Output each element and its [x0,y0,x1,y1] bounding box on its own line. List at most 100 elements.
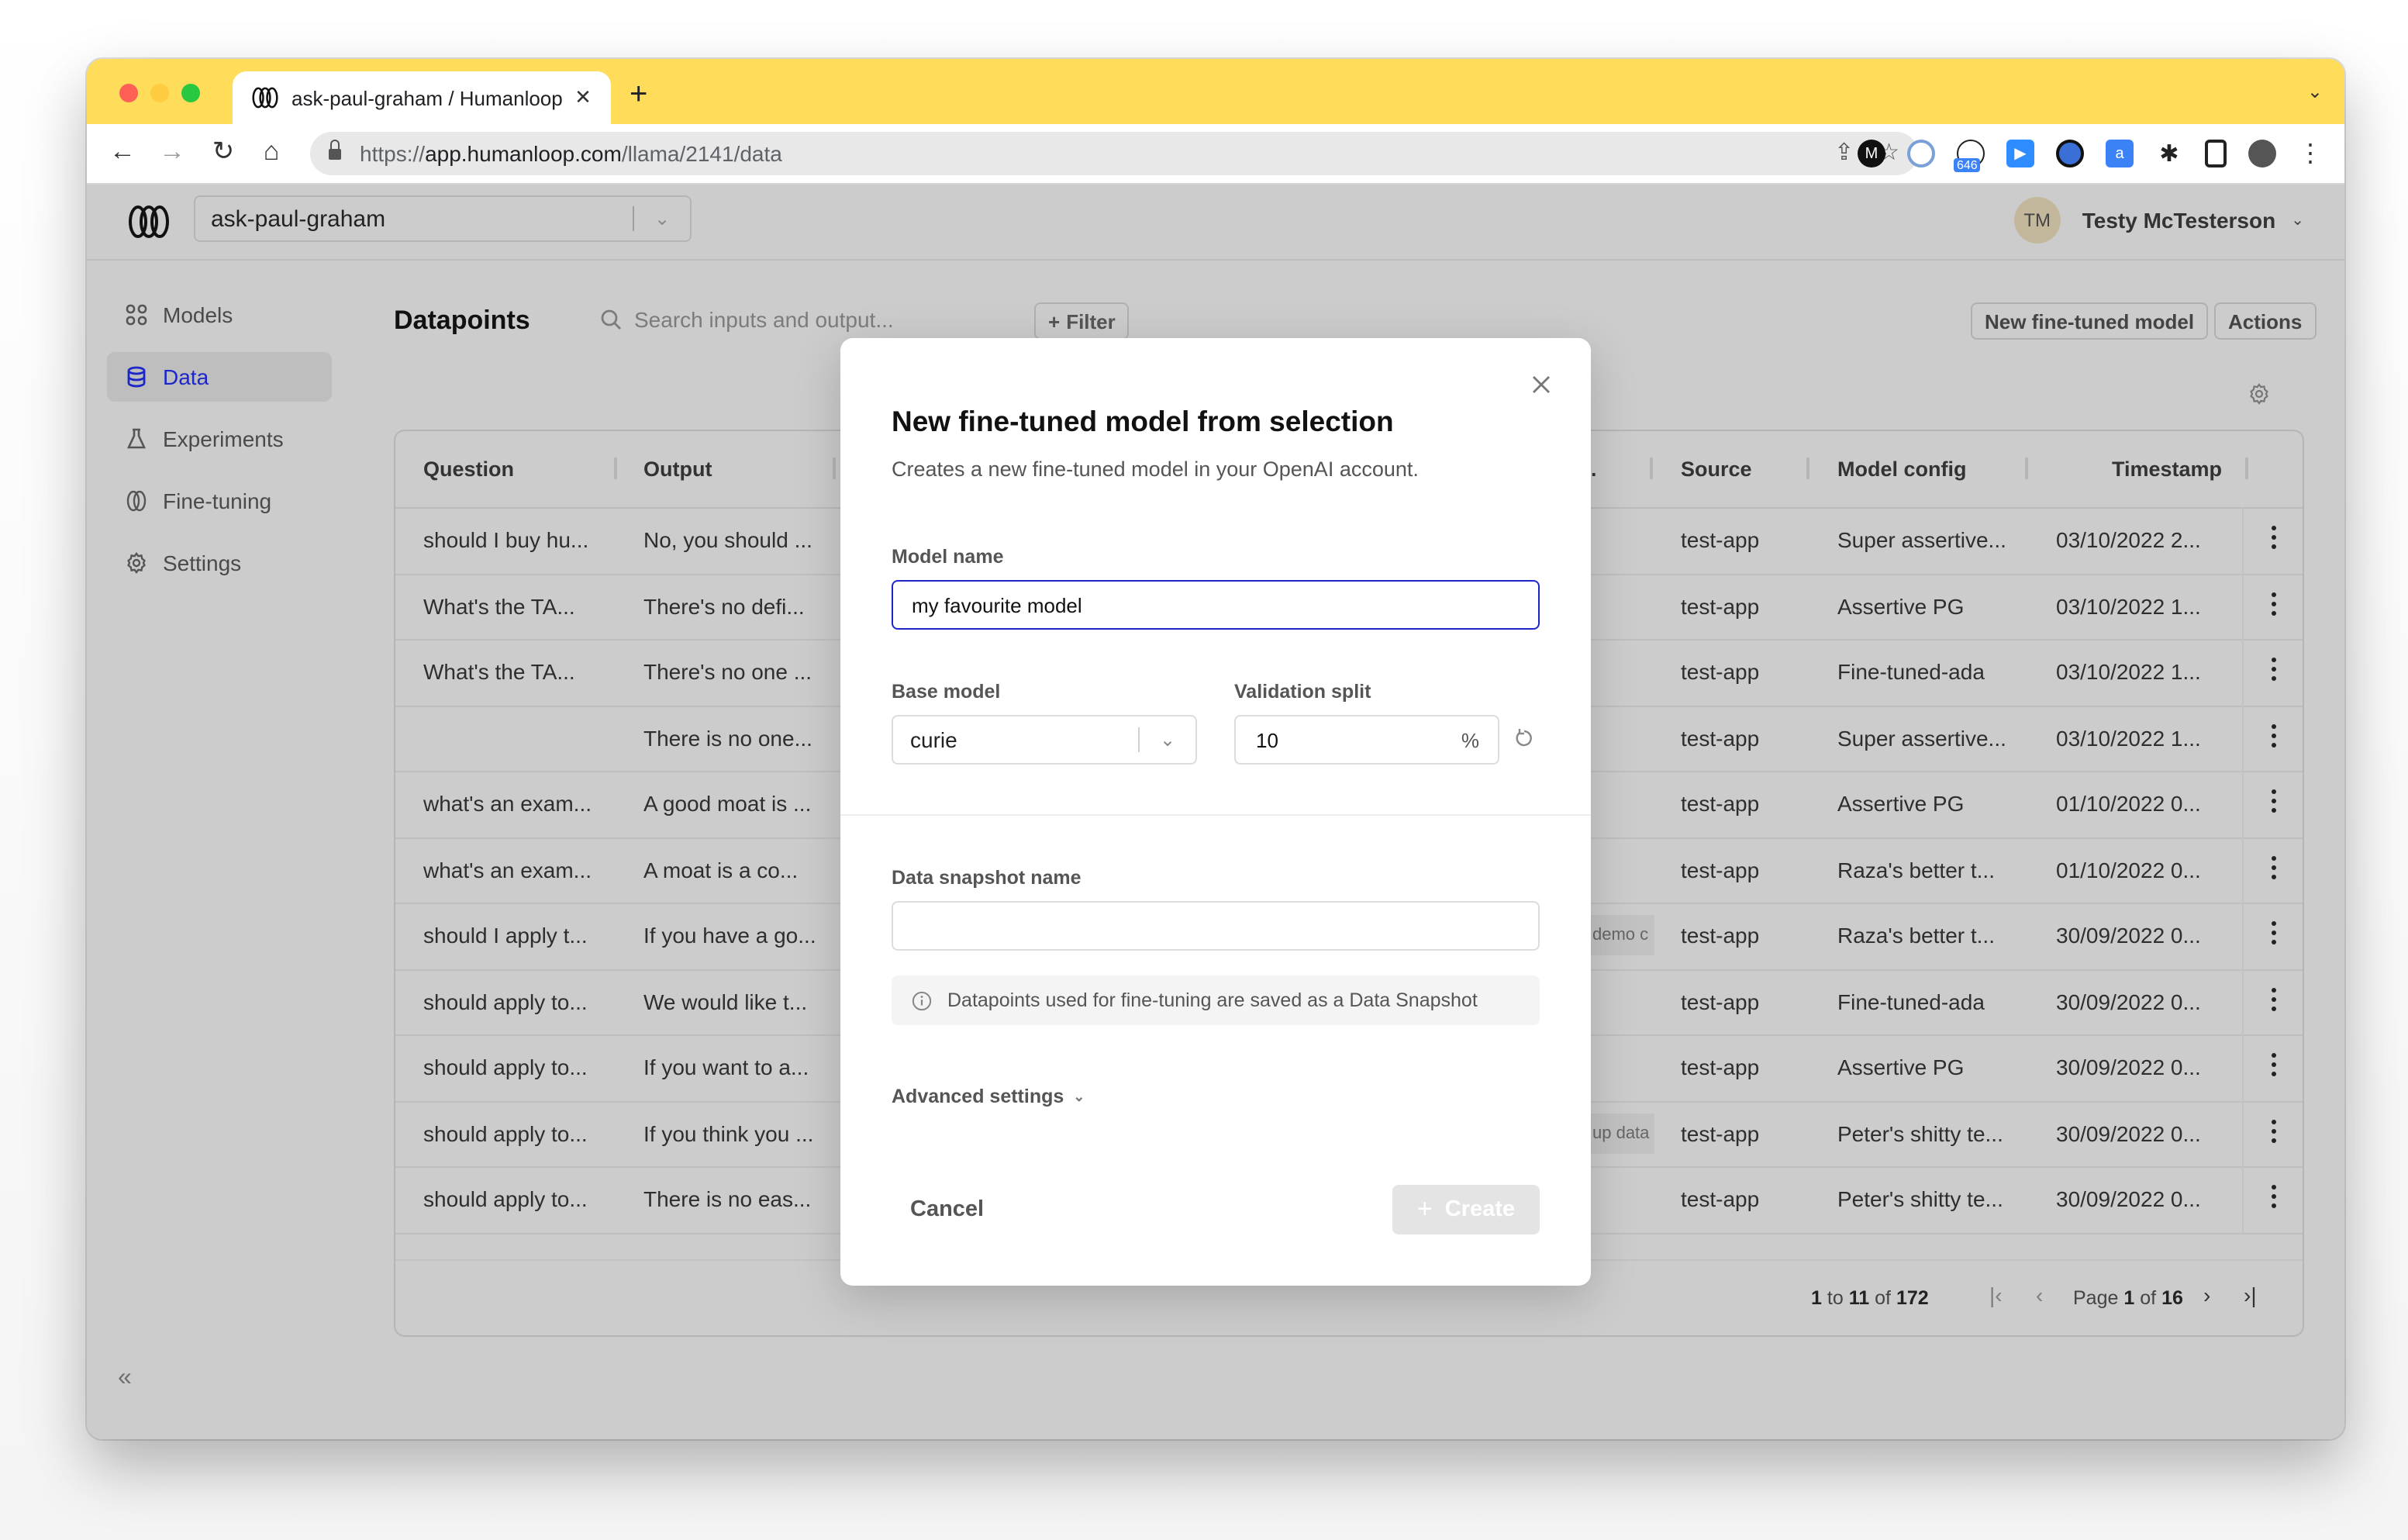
row-menu-icon[interactable] [2270,1185,2276,1208]
browser-tab[interactable]: ask-paul-graham / Humanloop ✕ [233,71,611,124]
cell-question: should apply to... [423,1055,588,1079]
table-settings-gear-icon[interactable] [2248,383,2270,405]
row-menu-icon[interactable] [2270,855,2276,879]
sidebar-item-settings[interactable]: Settings [107,538,332,588]
cell-timestamp: 03/10/2022 2... [2056,527,2201,552]
clock-extension-icon[interactable] [2056,140,2084,167]
extension-a-icon[interactable]: a [2106,140,2134,167]
extension-badge: 646 [1954,158,1981,172]
extensions-puzzle-icon[interactable]: ✱ [2155,140,2183,167]
column-resize-handle[interactable] [1650,458,1653,479]
sidebar-item-experiments[interactable]: Experiments [107,414,332,464]
share-icon[interactable]: ⇪ [1834,138,1854,166]
create-button[interactable]: + Create [1392,1185,1540,1234]
previous-page-icon[interactable]: ‹ [2036,1283,2043,1307]
close-tab-icon[interactable]: ✕ [568,85,599,110]
back-icon[interactable]: ← [105,136,140,167]
row-menu-icon[interactable] [2270,921,2276,944]
menu-dot [2271,601,2275,606]
tab-search-chevron-icon[interactable]: ⌄ [2307,81,2323,102]
column-resize-handle[interactable] [2245,458,2248,479]
forward-icon[interactable]: → [155,136,189,167]
range-of-word: of [1875,1287,1891,1309]
home-icon[interactable]: ⌂ [254,136,288,167]
cell-output: There's no one ... [643,659,812,684]
screen: ask-paul-graham / Humanloop ✕ + ⌄ ← → ↻ … [0,0,2408,1540]
menu-dot [2271,658,2275,662]
snapshot-name-input[interactable] [892,901,1540,951]
sidebar-item-models[interactable]: Models [107,290,332,340]
extension-m-icon[interactable]: M [1858,140,1885,167]
row-menu-icon[interactable] [2270,526,2276,549]
sidebar-item-data[interactable]: Data [107,352,332,402]
cell-output: If you think you ... [643,1120,814,1145]
row-actions-cell [2242,1100,2303,1166]
close-window-button[interactable] [119,84,138,102]
base-model-select[interactable]: curie ⌄ [892,715,1197,765]
row-menu-icon[interactable] [2270,658,2276,681]
profile-avatar[interactable] [2248,140,2276,167]
reload-icon[interactable]: ↻ [206,136,240,167]
search-input[interactable] [634,307,1006,332]
address-bar[interactable]: https://app.humanloop.com/llama/2141/dat… [310,132,1918,175]
create-label: Create [1444,1197,1516,1222]
validation-split-input[interactable]: 10 % [1234,715,1499,765]
close-icon[interactable] [1529,372,1554,397]
page-title: Datapoints [394,306,530,335]
column-header-timestamp[interactable]: Timestamp [2112,458,2222,481]
filter-button[interactable]: + Filter [1034,302,1130,340]
sidebar-item-fine-tuning[interactable]: Fine-tuning [107,476,332,526]
row-menu-icon[interactable] [2270,1119,2276,1142]
next-page-icon[interactable]: › [2203,1283,2210,1307]
sidebar-toggle-icon[interactable] [2205,140,2227,167]
model-name-input[interactable] [892,580,1540,630]
zoom-extension-icon[interactable]: ▶ [2006,140,2034,167]
column-header-output[interactable]: Output [643,458,712,481]
column-header-source[interactable]: Source [1681,458,1752,481]
column-resize-handle[interactable] [1806,458,1809,479]
project-select[interactable]: ask-paul-graham ⌄ [194,195,692,242]
row-menu-icon[interactable] [2270,723,2276,747]
extensions-bar: M 646 ▶ a ✱ ⋮ [1858,138,2323,172]
column-resize-handle[interactable] [2025,458,2028,479]
cell-question: should apply to... [423,1186,588,1211]
new-tab-button[interactable]: + [630,79,647,110]
cancel-button[interactable]: Cancel [892,1186,1002,1233]
actions-button[interactable]: Actions [2214,302,2317,340]
column-header-question[interactable]: Question [423,458,514,481]
search-field[interactable] [600,307,1006,332]
column-resize-handle[interactable] [833,458,836,479]
extension-password-icon[interactable] [1907,140,1935,167]
browser-menu-icon[interactable]: ⋮ [2298,138,2323,169]
chevron-down-icon: ⌄ [1159,729,1176,751]
new-fine-tuned-model-button[interactable]: New fine-tuned model [1971,302,2209,340]
row-menu-icon[interactable] [2270,592,2276,615]
column-header-hidden[interactable]: . [1591,458,1597,481]
chevron-down-icon: ⌄ [654,208,671,230]
row-menu-icon[interactable] [2270,987,2276,1010]
row-menu-icon[interactable] [2270,789,2276,813]
range-from: 1 [1811,1287,1822,1309]
advanced-settings-toggle[interactable]: Advanced settings ⌄ [892,1086,1085,1107]
menu-dot [2271,808,2275,813]
maximize-window-button[interactable] [181,84,200,102]
last-page-icon[interactable]: ›| [2244,1283,2257,1307]
model-name-label: Model name [892,546,1004,568]
humanloop-logo-icon[interactable] [127,205,171,239]
cell-model-config: Assertive PG [1837,593,1965,618]
minimize-window-button[interactable] [150,84,169,102]
user-menu[interactable]: TM Testy McTesterson ⌄ [2013,197,2304,243]
avatar: TM [2013,197,2061,243]
row-menu-icon[interactable] [2270,1053,2276,1076]
sidebar-item-label: Settings [163,551,242,575]
column-resize-handle[interactable] [614,458,617,479]
extension-counter-icon[interactable]: 646 [1954,140,1985,172]
menu-dot [2271,1006,2275,1010]
first-page-icon[interactable]: |‹ [1989,1283,2003,1307]
range-total: 172 [1896,1287,1929,1309]
column-header-model-config[interactable]: Model config [1837,458,1967,481]
menu-dot [2271,733,2275,737]
collapse-sidebar-icon[interactable]: « [118,1365,132,1393]
reset-icon[interactable] [1513,727,1535,749]
url-host: app.humanloop.com [425,141,622,166]
